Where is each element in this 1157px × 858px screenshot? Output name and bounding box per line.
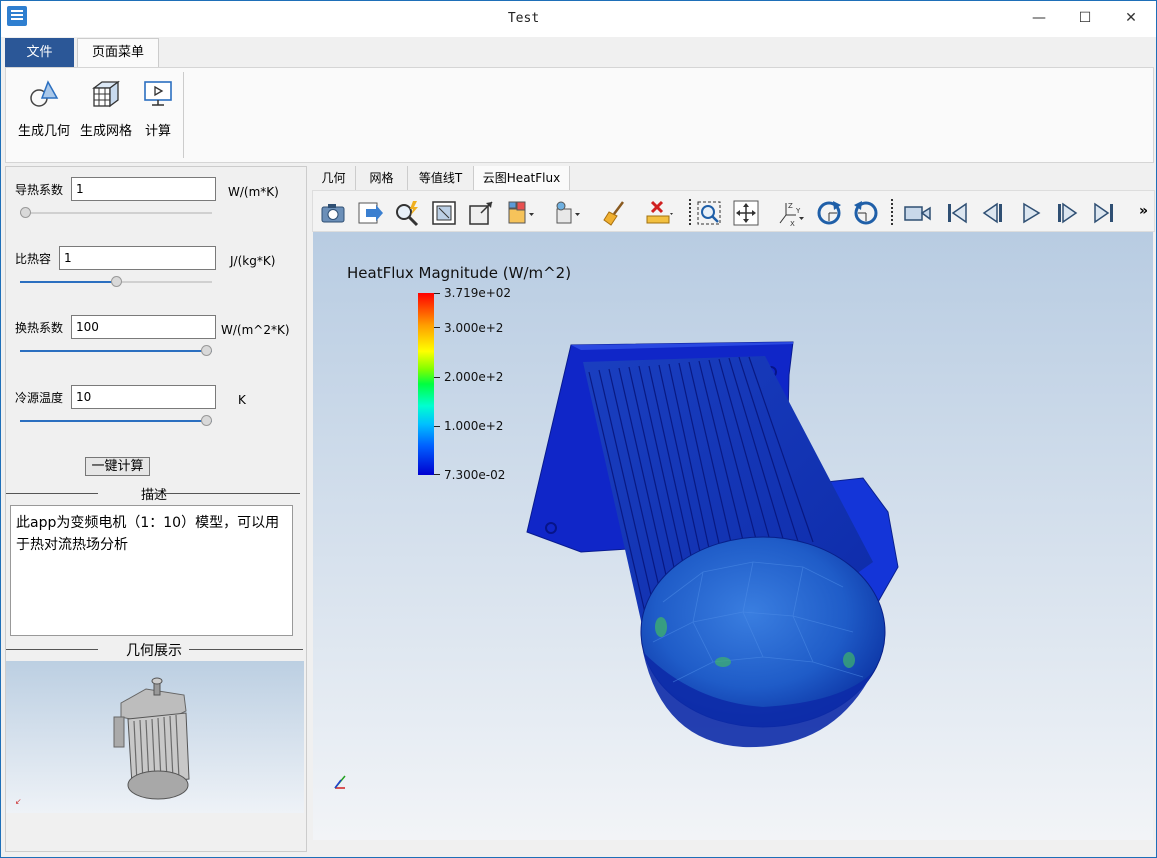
last-frame-icon[interactable] — [1090, 199, 1118, 227]
conductivity-unit: W/(m*K) — [228, 185, 279, 199]
fit-window-icon[interactable] — [430, 199, 458, 227]
rotate-cw-icon[interactable] — [815, 199, 843, 227]
first-frame-icon[interactable] — [943, 199, 971, 227]
description-divider-right — [152, 493, 300, 494]
param-label-conductivity: 导热系数 — [15, 183, 64, 197]
generate-mesh-button[interactable]: 生成网格 — [76, 74, 136, 139]
tab-contour-t[interactable]: 等值线T — [408, 166, 474, 190]
compute-button[interactable]: 计算 — [138, 74, 178, 139]
conductivity-slider[interactable] — [20, 207, 212, 218]
monitor-play-icon — [144, 81, 172, 106]
param-label-heat-transfer: 换热系数 — [15, 321, 64, 335]
generate-geometry-label: 生成几何 — [17, 124, 70, 139]
ribbon-panel: 生成几何 生成网格 计算 — [5, 67, 1154, 163]
maximize-button[interactable]: ☐ — [1062, 1, 1108, 35]
view-toolbar: ZYX » — [312, 190, 1155, 232]
window-title: Test — [507, 11, 540, 26]
heat-transfer-slider-thumb[interactable] — [201, 345, 212, 356]
cold-source-temp-slider[interactable] — [20, 415, 212, 426]
one-click-calc-button[interactable]: 一键计算 — [85, 457, 150, 476]
export-icon[interactable] — [356, 199, 384, 227]
param-label-cold-source-temp: 冷源温度 — [15, 391, 64, 405]
toolbar-separator — [689, 199, 691, 225]
heat-transfer-slider[interactable] — [20, 345, 212, 356]
tab-heatflux-cloud[interactable]: 云图HeatFlux — [474, 166, 570, 190]
clear-broom-icon[interactable] — [601, 199, 629, 227]
geometry-preview-title: 几何展示 — [126, 643, 182, 659]
conductivity-input[interactable]: 1 — [71, 177, 216, 201]
heat-transfer-unit: W/(m^2*K) — [221, 323, 290, 337]
tab-geometry[interactable]: 几何 — [312, 166, 356, 190]
measure-ruler-icon[interactable] — [645, 199, 673, 227]
close-button[interactable]: ✕ — [1108, 1, 1154, 35]
menu-tab-bar: 文件 页面菜单 — [5, 38, 1155, 68]
next-frame-icon[interactable] — [1053, 199, 1081, 227]
specific-heat-slider-thumb[interactable] — [111, 276, 122, 287]
svg-text:Y: Y — [795, 207, 801, 215]
zoom-box-icon[interactable] — [467, 199, 495, 227]
heat-transfer-input[interactable]: 100 — [71, 315, 216, 339]
zoom-region-icon[interactable] — [695, 199, 723, 227]
video-record-icon[interactable] — [903, 199, 931, 227]
geometry-preview-view[interactable]: ↙ — [6, 661, 304, 813]
svg-text:↙: ↙ — [15, 797, 22, 806]
display-mode-icon[interactable] — [507, 199, 535, 227]
mesh-cube-icon — [92, 80, 120, 108]
specific-heat-slider[interactable] — [20, 276, 212, 287]
preview-divider-right — [189, 649, 303, 650]
render-style-icon[interactable] — [553, 199, 581, 227]
minimize-button[interactable]: — — [1016, 1, 1062, 35]
previous-frame-icon[interactable] — [979, 199, 1007, 227]
axes-triad — [334, 775, 346, 789]
specific-heat-unit: J/(kg*K) — [230, 254, 276, 268]
specific-heat-input[interactable]: 1 — [59, 246, 216, 270]
ribbon-divider — [183, 72, 184, 158]
rotate-ccw-icon[interactable] — [852, 199, 880, 227]
pick-search-icon[interactable] — [393, 199, 421, 227]
svg-text:X: X — [790, 220, 795, 227]
camera-snapshot-icon[interactable] — [319, 199, 347, 227]
play-icon[interactable] — [1017, 199, 1045, 227]
viewport-area: 几何 网格 等值线T 云图HeatFlux ZYX » HeatFlux Mag… — [312, 166, 1155, 852]
cold-source-temp-slider-fill — [20, 420, 212, 422]
tab-file[interactable]: 文件 — [5, 38, 74, 67]
generate-mesh-label: 生成网格 — [79, 124, 132, 139]
cold-source-temp-input[interactable]: 10 — [71, 385, 216, 409]
generate-geometry-button[interactable]: 生成几何 — [14, 74, 74, 139]
description-text: 此app为变频电机（1：10）模型，可以用于热对流热场分析 — [10, 505, 293, 636]
tab-page-menu[interactable]: 页面菜单 — [77, 38, 159, 68]
conductivity-slider-thumb[interactable] — [20, 207, 31, 218]
compute-label: 计算 — [144, 124, 171, 139]
heat-transfer-slider-fill — [20, 350, 212, 352]
toolbar-separator-2 — [891, 199, 893, 225]
parameter-panel: 导热系数 1 W/(m*K) 比热容 1 J/(kg*K) 换热系数 100 W… — [5, 166, 307, 852]
cold-source-temp-slider-thumb[interactable] — [201, 415, 212, 426]
motor-heatflux-model — [334, 341, 899, 789]
pan-move-icon[interactable] — [732, 199, 760, 227]
svg-text:Z: Z — [788, 202, 793, 210]
view-tab-bar: 几何 网格 等值线T 云图HeatFlux — [312, 166, 1155, 190]
tab-mesh[interactable]: 网格 — [356, 166, 408, 190]
motor-geometry-image: ↙ — [15, 677, 190, 806]
heatflux-3d-view[interactable]: HeatFlux Magnitude (W/m^2) 3.719e+02 3.0… — [313, 232, 1153, 840]
geometry-shapes-icon — [30, 80, 59, 107]
param-label-specific-heat: 比热容 — [15, 252, 52, 266]
toolbar-overflow-button[interactable]: » — [1139, 203, 1148, 219]
specific-heat-slider-fill — [20, 281, 116, 283]
title-bar: Test — ☐ ✕ — [1, 1, 1156, 37]
main-window: Test — ☐ ✕ 文件 页面菜单 生成几何 生成网格 计算 导热系数 1 W… — [0, 0, 1157, 858]
axes-orientation-icon[interactable]: ZYX — [776, 199, 804, 227]
cold-source-temp-unit: K — [238, 393, 246, 407]
